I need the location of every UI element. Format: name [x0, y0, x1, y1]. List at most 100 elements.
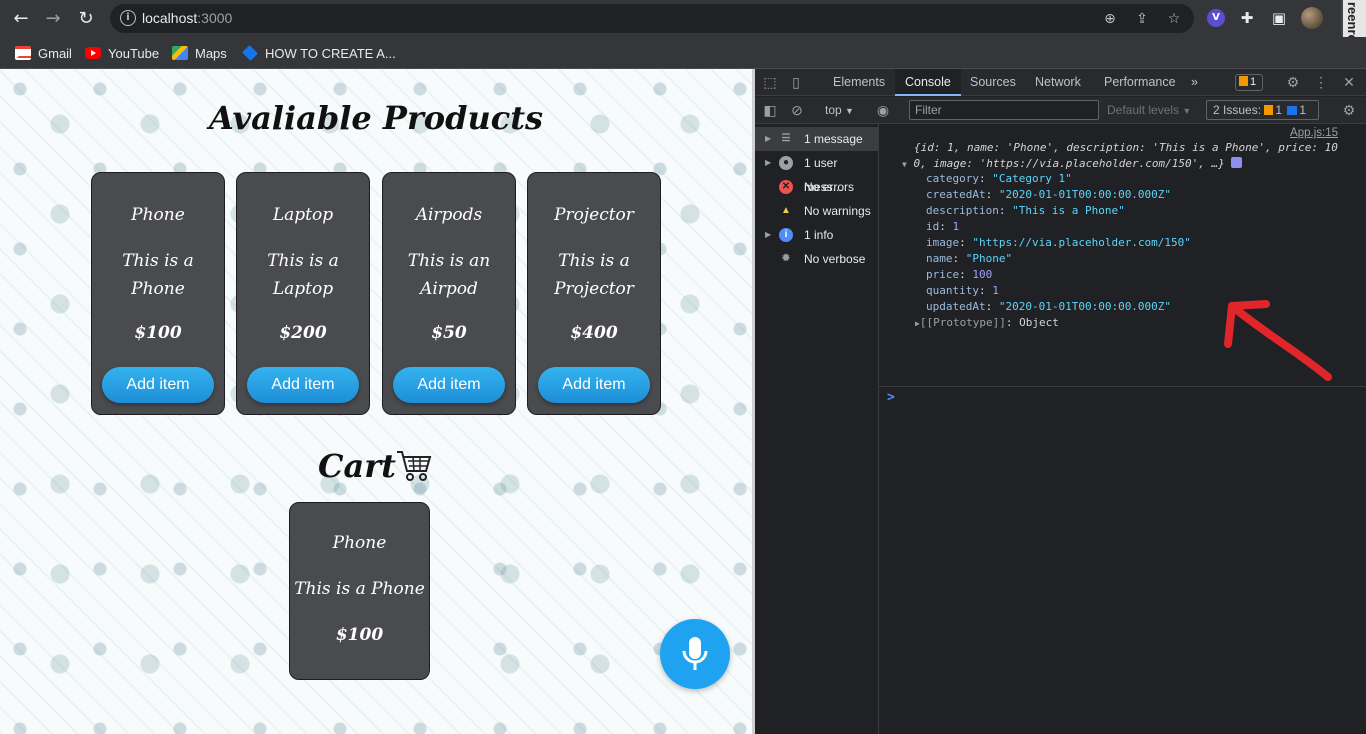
sidebar-item-user-messages[interactable]: ▶ ● 1 user mess...	[755, 151, 879, 194]
property-value: 100	[972, 268, 993, 281]
warning-icon	[1239, 76, 1248, 86]
extension-v-icon[interactable]: V	[1207, 9, 1225, 27]
warning-count: 1	[1250, 76, 1257, 88]
forward-arrow-icon[interactable]: →	[40, 6, 66, 32]
prototype-row[interactable]: ▶[[Prototype]]: Object	[915, 315, 1059, 331]
context-selector[interactable]: top ▼	[825, 103, 854, 117]
cart-item-price: $100	[335, 625, 384, 645]
sidebar-item-label: No errors	[804, 180, 855, 194]
property-value: "2020-01-01T00:00:00.000Z"	[998, 188, 1172, 201]
add-item-button[interactable]: Add item	[393, 367, 505, 403]
sidebar-item-info[interactable]: ▶ i 1 info	[755, 223, 879, 247]
tab-elements[interactable]: Elements	[823, 69, 895, 96]
page-title: Avaliable Products	[208, 99, 544, 137]
tab-network[interactable]: Network	[1025, 69, 1091, 96]
bookmark-maps[interactable]: Maps	[172, 43, 227, 63]
web-page: Avaliable Products Phone This is a Phone…	[0, 69, 752, 734]
side-panel-icon[interactable]: ▣	[1269, 8, 1289, 28]
issues-label: 2 Issues:	[1213, 103, 1262, 117]
bookmark-gmail[interactable]: Gmail	[15, 43, 72, 63]
log-levels-label: Default levels	[1107, 103, 1180, 117]
product-price: $400	[570, 323, 618, 343]
sidebar-item-messages[interactable]: ▶ ☰ 1 message	[755, 127, 879, 151]
close-devtools-icon[interactable]: ✕	[1340, 73, 1358, 91]
zoom-icon[interactable]: ⊕	[1100, 9, 1120, 29]
bookmark-label: HOW TO CREATE A...	[265, 45, 396, 61]
property-key: name	[926, 252, 953, 265]
expand-arrow-icon: ▶	[765, 134, 772, 143]
property-key: description	[926, 204, 999, 217]
object-property: category: "Category 1"	[926, 172, 1072, 185]
console-settings-gear-icon[interactable]: ⚙	[1340, 101, 1358, 119]
bug-icon: ✹	[781, 253, 791, 264]
product-card-airpods: Airpods This is an Airpod $50 Add item	[382, 172, 516, 415]
console-sidebar: ▶ ☰ 1 message ▶ ● 1 user mess... ✕ No er…	[755, 124, 879, 734]
product-price: $200	[279, 323, 327, 343]
sidebar-toggle-icon[interactable]: ◧	[761, 101, 779, 119]
tab-performance[interactable]: Performance	[1094, 69, 1186, 96]
extensions-puzzle-icon[interactable]: ✚	[1237, 8, 1257, 28]
info-icon: i	[779, 228, 793, 242]
address-bar[interactable]: i localhost:3000 ⊕ ⇪ ☆	[110, 4, 1194, 33]
inspect-element-icon[interactable]: ⬚	[761, 73, 779, 91]
share-icon[interactable]: ⇪	[1132, 9, 1152, 29]
property-key: id	[926, 220, 940, 233]
console-filter-input[interactable]: Filter	[909, 100, 1099, 120]
sidebar-item-warnings[interactable]: ▲ No warnings	[755, 199, 879, 223]
product-price: $50	[431, 323, 467, 343]
warnings-badge[interactable]: 1	[1235, 74, 1263, 91]
source-link[interactable]: App.js:15	[1290, 127, 1338, 139]
cart-item-description: This is a Phone	[294, 579, 425, 599]
object-summary-line[interactable]: {id: 1, name: 'Phone', description: 'Thi…	[914, 140, 1338, 156]
console-prompt[interactable]: >	[887, 390, 895, 405]
sidebar-item-label: 1 message	[804, 132, 863, 146]
browser-toolbar: ← → ↻ i localhost:3000 ⊕ ⇪ ☆ V ✚ ▣	[0, 0, 1366, 37]
info-icon	[1231, 157, 1243, 168]
object-property: description: "This is a Phone"	[926, 204, 1125, 217]
more-options-icon[interactable]: ⋮	[1312, 73, 1330, 91]
url-text[interactable]: localhost:3000	[142, 10, 232, 26]
reload-icon[interactable]: ↻	[73, 6, 99, 32]
chevron-down-icon: ▼	[845, 106, 854, 116]
product-card-laptop: Laptop This is a Laptop $200 Add item	[236, 172, 370, 415]
add-item-button[interactable]: Add item	[102, 367, 214, 403]
settings-gear-icon[interactable]: ⚙	[1284, 73, 1302, 91]
voice-input-button[interactable]	[660, 619, 730, 689]
product-name: Phone	[131, 205, 185, 225]
back-arrow-icon[interactable]: ←	[8, 6, 34, 32]
bookmark-diamond-icon	[242, 45, 258, 61]
clear-console-icon[interactable]: ⊘	[788, 101, 806, 119]
site-info-icon[interactable]: i	[120, 10, 136, 26]
prototype-key: [[Prototype]]	[919, 316, 1006, 329]
add-item-button[interactable]: Add item	[247, 367, 359, 403]
sidebar-item-errors[interactable]: ✕ No errors	[755, 175, 879, 199]
product-price: $100	[134, 323, 182, 343]
device-toolbar-icon[interactable]: ▯	[787, 73, 805, 91]
sidebar-item-label: 1 info	[804, 228, 834, 242]
sidebar-item-verbose[interactable]: ✹ No verbose	[755, 247, 879, 271]
tab-console[interactable]: Console	[895, 69, 961, 96]
bookmark-how-to-create[interactable]: HOW TO CREATE A...	[242, 43, 396, 63]
issues-info-count: 1	[1299, 103, 1307, 117]
product-name: Laptop	[272, 205, 334, 225]
more-tabs-icon[interactable]: »	[1181, 69, 1208, 96]
add-item-button[interactable]: Add item	[538, 367, 650, 403]
list-icon: ☰	[781, 133, 791, 144]
live-expression-eye-icon[interactable]: ◉	[874, 101, 892, 119]
issues-button[interactable]: 2 Issues: 1 1	[1206, 100, 1319, 120]
info-icon	[1287, 106, 1298, 115]
youtube-icon	[85, 47, 101, 59]
bookmark-youtube[interactable]: YouTube	[85, 43, 159, 63]
warning-icon	[1264, 105, 1274, 115]
shopping-cart-icon	[397, 451, 432, 481]
profile-avatar[interactable]	[1301, 7, 1323, 29]
tab-sources[interactable]: Sources	[960, 69, 1026, 96]
product-name: Airpods	[415, 205, 483, 225]
property-key: price	[926, 268, 960, 281]
log-levels-dropdown[interactable]: Default levels ▼	[1107, 103, 1191, 117]
url-host: localhost	[142, 10, 198, 26]
bookmark-label: Gmail	[38, 45, 72, 61]
devtools-panel: ⬚ ▯ Elements Console Sources Network Per…	[755, 69, 1366, 734]
gmail-icon	[15, 46, 31, 60]
star-bookmark-icon[interactable]: ☆	[1164, 9, 1184, 29]
